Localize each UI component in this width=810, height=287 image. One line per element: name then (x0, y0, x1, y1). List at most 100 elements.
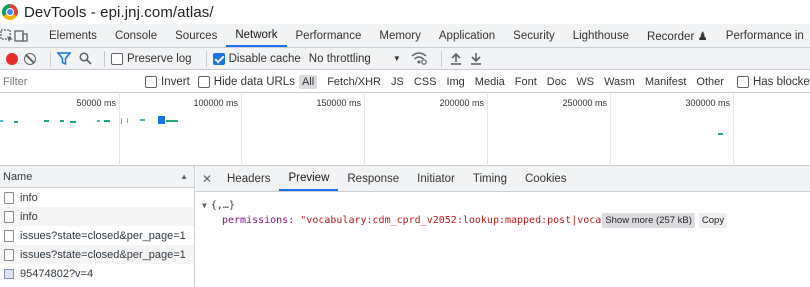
timeline-request-bar (44, 120, 49, 122)
type-filter-css[interactable]: CSS (411, 75, 440, 89)
request-name: issues?state=closed&per_page=1 (20, 248, 186, 261)
timeline-request-bar (0, 120, 3, 122)
close-icon[interactable]: ✕ (196, 166, 218, 191)
timeline-tick-label: 300000 ms (685, 98, 730, 108)
tab-response[interactable]: Response (338, 166, 408, 191)
expand-triangle-icon[interactable]: ▼ (202, 201, 207, 210)
type-filter-img[interactable]: Img (443, 75, 467, 89)
network-conditions-icon[interactable] (411, 52, 427, 65)
type-filter-ws[interactable]: WS (573, 75, 597, 89)
blocked-cookies-checkbox[interactable]: Has blocked coo (736, 75, 810, 88)
preserve-log-label: Preserve log (127, 52, 192, 65)
show-more-button[interactable]: Show more (257 kB) (602, 213, 695, 228)
request-row[interactable]: issues?state=closed&per_page=1 (0, 226, 194, 245)
disable-cache-label: Disable cache (228, 52, 301, 65)
filter-input[interactable] (0, 71, 145, 92)
preserve-log-checkbox[interactable]: Preserve log (111, 52, 192, 65)
hide-data-urls-box[interactable] (197, 75, 210, 88)
type-filter-wasm[interactable]: Wasm (601, 75, 638, 89)
tab-headers[interactable]: Headers (218, 166, 279, 191)
tab-timing[interactable]: Timing (464, 166, 516, 191)
type-filter-font[interactable]: Font (512, 75, 540, 89)
type-filter-doc[interactable]: Doc (544, 75, 570, 89)
tab-application[interactable]: Application (430, 24, 504, 47)
tab-performance[interactable]: Performance (287, 24, 371, 47)
timeline-tick-label: 100000 ms (193, 98, 238, 108)
json-root: {,…} (210, 200, 235, 211)
toolbar-divider (104, 50, 105, 67)
record-button[interactable] (6, 52, 18, 65)
request-row[interactable]: issues?state=closed&per_page=1 (0, 245, 194, 264)
document-icon (4, 210, 14, 223)
json-string-value: "vocabulary:cdm_cprd_v2052:lookup:mapped… (300, 215, 602, 226)
search-icon[interactable] (79, 52, 92, 65)
preserve-log-box[interactable] (111, 52, 123, 65)
type-filter-other[interactable]: Other (693, 75, 727, 89)
timeline-gridline (364, 94, 365, 166)
request-row[interactable]: 95474802?v=4 (0, 264, 194, 283)
timeline-gridline (733, 94, 734, 166)
tab-initiator[interactable]: Initiator (408, 166, 464, 191)
document-icon (4, 248, 14, 261)
tab-console[interactable]: Console (106, 24, 166, 47)
timeline-request-bar (60, 120, 64, 122)
name-column-header[interactable]: Name (3, 171, 32, 183)
throttling-select[interactable]: No throttling ▼ (309, 53, 401, 65)
tab-memory[interactable]: Memory (370, 24, 430, 47)
export-har-icon[interactable] (470, 52, 482, 65)
type-filter-media[interactable]: Media (472, 75, 508, 89)
detail-tabbar: ✕ Headers Preview Response Initiator Tim… (196, 166, 810, 192)
filter-icon[interactable] (57, 52, 71, 65)
timeline-gridline (487, 94, 488, 166)
document-icon (4, 191, 14, 204)
tab-performance-insights[interactable]: Performance in (717, 24, 810, 47)
toolbar-divider (440, 50, 442, 67)
blocked-cookies-box[interactable] (736, 75, 749, 88)
tab-cookies[interactable]: Cookies (516, 166, 576, 191)
image-icon (4, 268, 14, 279)
disable-cache-box[interactable] (212, 52, 225, 65)
toolbar-divider (50, 50, 51, 67)
hide-data-urls-checkbox[interactable]: Hide data URLs (197, 75, 295, 88)
type-filter-fetch-xhr[interactable]: Fetch/XHR (324, 75, 384, 89)
window-title: DevTools - epi.jnj.com/atlas/ (24, 3, 214, 21)
timeline-request-bar (121, 118, 122, 124)
tab-sources[interactable]: Sources (166, 24, 226, 47)
disable-cache-checkbox[interactable]: Disable cache (212, 52, 301, 65)
json-root-line[interactable]: ▼ {,…} (202, 198, 810, 213)
timeline-gridline (610, 94, 611, 166)
invert-box[interactable] (145, 75, 157, 88)
device-toolbar-icon[interactable] (14, 24, 28, 47)
invert-label: Invert (161, 75, 190, 88)
timeline-request-bar (127, 118, 128, 123)
inspect-element-icon[interactable] (0, 24, 14, 47)
type-filter-manifest[interactable]: Manifest (642, 75, 690, 89)
type-filter-js[interactable]: JS (388, 75, 407, 89)
request-list-header[interactable]: Name ▲ (0, 166, 194, 188)
chrome-logo-icon (2, 4, 18, 20)
tab-recorder[interactable]: Recorder ♟ (638, 24, 717, 47)
tab-preview[interactable]: Preview (279, 166, 339, 191)
request-row[interactable]: info (0, 188, 194, 207)
tab-network[interactable]: Network (226, 24, 287, 47)
request-name: info (20, 210, 38, 223)
network-toolbar: Preserve log Disable cache No throttling… (0, 48, 810, 70)
timeline-tick-label: 200000 ms (439, 98, 484, 108)
timeline-tick-label: 50000 ms (76, 98, 116, 108)
tab-elements[interactable]: Elements (40, 24, 106, 47)
hide-data-urls-label: Hide data URLs (213, 75, 295, 88)
request-detail-pane: ✕ Headers Preview Response Initiator Tim… (196, 166, 810, 287)
network-overview-timeline[interactable]: 50000 ms 100000 ms 150000 ms 200000 ms 2… (0, 94, 810, 166)
import-har-icon[interactable] (450, 52, 462, 65)
request-row[interactable]: info (0, 207, 194, 226)
tab-security[interactable]: Security (504, 24, 564, 47)
timeline-gridline (241, 94, 242, 166)
json-preview: ▼ {,…} permissions: "vocabulary:cdm_cprd… (196, 192, 810, 228)
timeline-request-bar (97, 120, 100, 122)
copy-button[interactable]: Copy (698, 213, 728, 228)
tab-lighthouse[interactable]: Lighthouse (564, 24, 638, 47)
clear-icon[interactable] (24, 52, 36, 65)
request-name: issues?state=closed&per_page=1 (20, 229, 186, 242)
invert-checkbox[interactable]: Invert (145, 75, 190, 88)
type-filter-all[interactable]: All (298, 74, 318, 89)
